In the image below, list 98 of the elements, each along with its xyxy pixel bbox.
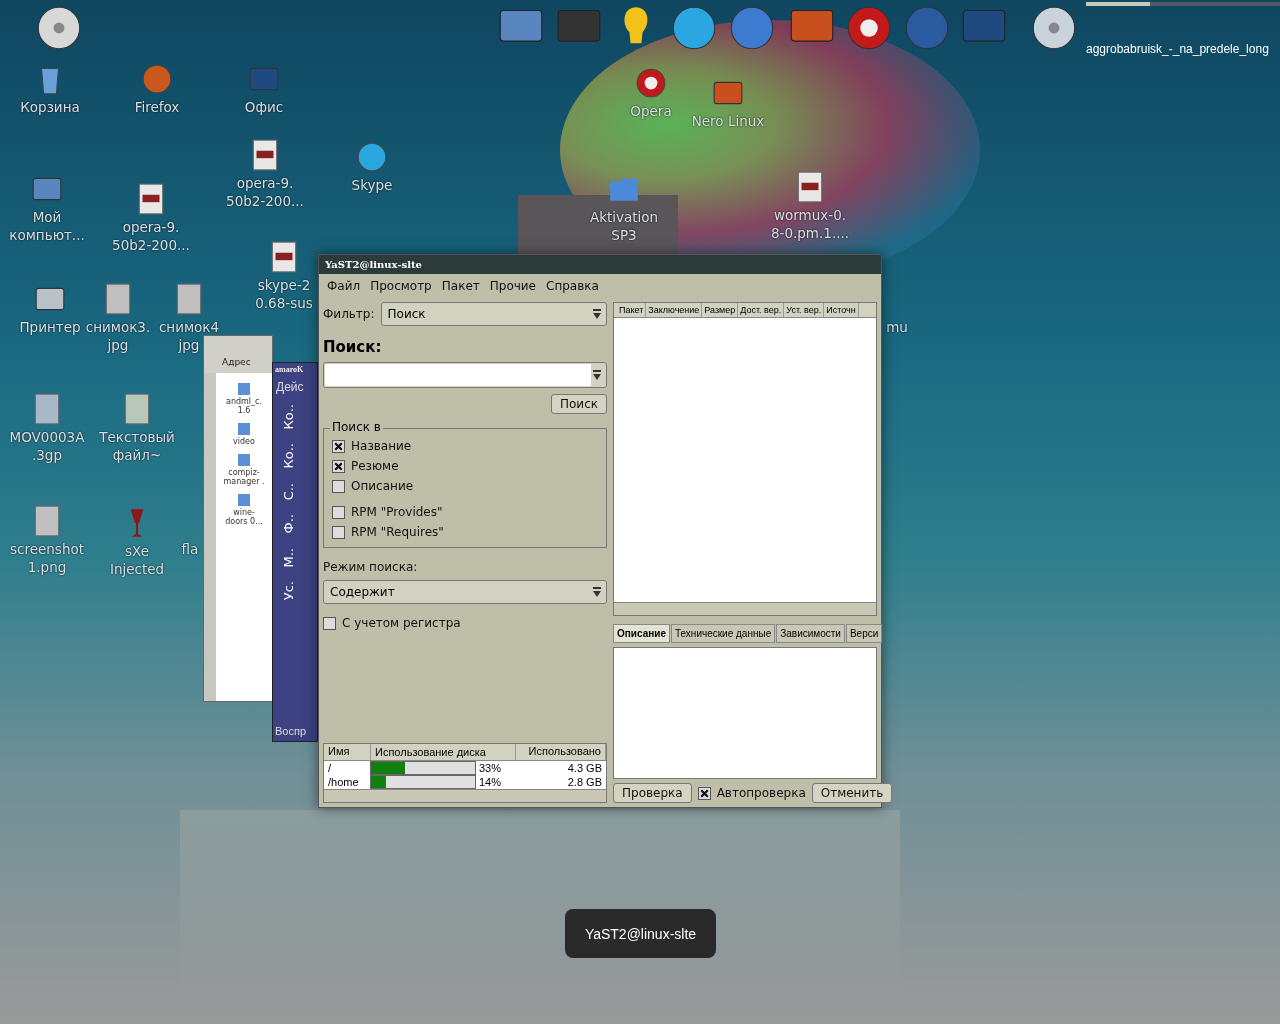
file-icon[interactable] xyxy=(236,381,252,397)
filter-label: Фильтр: xyxy=(323,307,375,321)
icon-label[interactable]: fla xyxy=(181,540,199,558)
menu-item[interactable]: Просмотр xyxy=(370,279,432,293)
icon-label[interactable]: MOV0003A .3gp xyxy=(9,428,85,464)
checkbox-label[interactable]: RPM "Provides" xyxy=(351,505,443,519)
checkbox[interactable] xyxy=(332,459,345,473)
side-tab[interactable]: М.. xyxy=(281,547,296,568)
icon-label[interactable]: Aktivation SP3 xyxy=(589,208,659,244)
icon-label[interactable]: снимок3. jpg xyxy=(85,318,151,354)
icon-label[interactable]: opera-9. 50b2-200... xyxy=(226,174,304,210)
side-tab[interactable]: Ф.. xyxy=(281,514,296,534)
caret-icon xyxy=(592,586,602,598)
side-tab[interactable]: Ко.. xyxy=(281,404,296,430)
checkbox[interactable] xyxy=(332,479,345,493)
window-title: amaroK xyxy=(274,364,305,376)
panel-footer: Воспр xyxy=(273,721,309,741)
o-ring-icon[interactable] xyxy=(634,66,668,100)
column-header[interactable]: Использовано xyxy=(516,744,606,760)
search-field[interactable] xyxy=(323,362,607,388)
side-tab[interactable]: Ус. xyxy=(281,581,296,601)
file-icon[interactable] xyxy=(236,421,252,437)
icon-label[interactable]: Мой компьют... xyxy=(9,208,85,244)
file-name[interactable]: compiz- manager . xyxy=(223,468,265,486)
menu-item[interactable]: Файл xyxy=(327,279,361,293)
side-tab[interactable]: Ко.. xyxy=(281,443,296,469)
disc-icon[interactable] xyxy=(35,4,83,52)
search-button[interactable]: Поиск xyxy=(551,394,607,414)
table-cell-text: 4.3 GB xyxy=(566,761,603,775)
file-icon[interactable] xyxy=(236,452,252,468)
tab[interactable]: Технические данные xyxy=(670,624,776,643)
file-manager-window[interactable]: Адрес andml_c. 1.6 video compiz- manager . wine- doors 0... xyxy=(203,335,273,702)
checkbox[interactable] xyxy=(332,505,345,519)
column-header[interactable]: Пакет xyxy=(617,303,647,317)
checkbox[interactable] xyxy=(332,439,345,453)
checkbox-label[interactable]: Резюме xyxy=(351,459,399,473)
tab[interactable]: Описание xyxy=(613,624,670,643)
table-cell-text: /home xyxy=(327,775,360,789)
column-header[interactable]: Дост. вер. xyxy=(738,303,785,317)
table-cell: 33% xyxy=(479,762,502,774)
icon-label[interactable]: Принтер xyxy=(19,318,81,336)
checkbox-label[interactable]: С учетом регистра xyxy=(342,616,461,630)
checkbox[interactable] xyxy=(697,786,711,800)
scrollbar[interactable] xyxy=(324,789,606,802)
checkbox-label[interactable]: RPM "Requires" xyxy=(351,525,444,539)
filter-dropdown[interactable]: Поиск xyxy=(380,302,607,326)
file-name[interactable]: andml_c. 1.6 xyxy=(226,397,262,415)
mode-dropdown[interactable]: Содержит xyxy=(323,580,607,604)
table-cell-text: / xyxy=(327,761,333,775)
file-name[interactable]: video xyxy=(233,437,255,446)
checkbox-label[interactable]: Автопроверка xyxy=(716,786,806,800)
o-ring-icon[interactable] xyxy=(845,4,893,52)
file-icon[interactable] xyxy=(236,492,252,508)
icon-label[interactable]: Skype xyxy=(351,176,393,194)
icon-label[interactable]: Текстовый файл~ xyxy=(99,428,175,464)
icon-label[interactable]: mu xyxy=(886,318,908,336)
cancel-button[interactable]: Отменить xyxy=(811,783,893,803)
checkbox-label[interactable]: Название xyxy=(351,439,412,453)
tab[interactable]: Верси xyxy=(845,624,883,643)
column-header[interactable]: Заключение xyxy=(646,303,703,317)
check-button[interactable]: Проверка xyxy=(613,783,692,803)
table-cell: 14% xyxy=(479,776,502,788)
address-label: Адрес xyxy=(222,357,251,367)
icon-label[interactable]: screenshot 1.png xyxy=(10,540,84,576)
table-cell-text: 2.8 GB xyxy=(566,775,603,789)
caret-icon xyxy=(592,369,602,381)
checkbox[interactable] xyxy=(332,525,345,539)
icon-label[interactable]: Firefox xyxy=(134,98,180,116)
disc-icon[interactable] xyxy=(1030,4,1078,52)
window-title: YaST2@linux-slte xyxy=(325,259,422,270)
window-tooltip: YaST2@linux-slte xyxy=(565,909,716,958)
icon-label[interactable]: skype-2 0.68-sus xyxy=(255,276,313,312)
panel-header: Дейс xyxy=(275,379,305,396)
column-header[interactable]: Источн xyxy=(824,303,859,317)
mode-label: Режим поиска: xyxy=(323,560,419,574)
group-title: Поиск в xyxy=(330,420,383,434)
column-header[interactable]: Уст. вер. xyxy=(784,303,825,317)
caret-icon xyxy=(592,308,602,320)
side-tab[interactable]: С.. xyxy=(281,482,296,501)
checkbox[interactable] xyxy=(323,616,336,630)
icon-label[interactable]: Офис xyxy=(244,98,284,116)
file-name[interactable]: wine- doors 0... xyxy=(225,508,263,526)
icon-label[interactable]: sXe Injected xyxy=(109,542,165,578)
checkbox-label[interactable]: Описание xyxy=(351,479,414,493)
track-title: aggrobabruisk_-_na_predele_long xyxy=(1086,42,1270,56)
icon-label[interactable]: wormux-0. 8-0.pm.1.... xyxy=(770,206,850,242)
scrollbar[interactable] xyxy=(614,602,876,615)
icon-label[interactable]: opera-9. 50b2-200... xyxy=(112,218,190,254)
column-header[interactable]: Имя xyxy=(324,744,371,760)
search-label: Поиск: xyxy=(323,338,383,356)
tab[interactable]: Зависимости xyxy=(776,624,845,643)
menu-item[interactable]: Пакет xyxy=(441,279,480,293)
menu-item[interactable]: Прочие xyxy=(489,279,536,293)
column-header[interactable]: Размер xyxy=(702,303,739,317)
menu-item[interactable]: Справка xyxy=(546,279,599,293)
player-window[interactable]: amaroK Дейс Ко.. Ко.. С.. Ф.. М.. Ус. Воспр xyxy=(272,362,318,742)
icon-label[interactable]: Корзина xyxy=(20,98,80,116)
column-header[interactable]: Использование диска xyxy=(371,744,516,760)
